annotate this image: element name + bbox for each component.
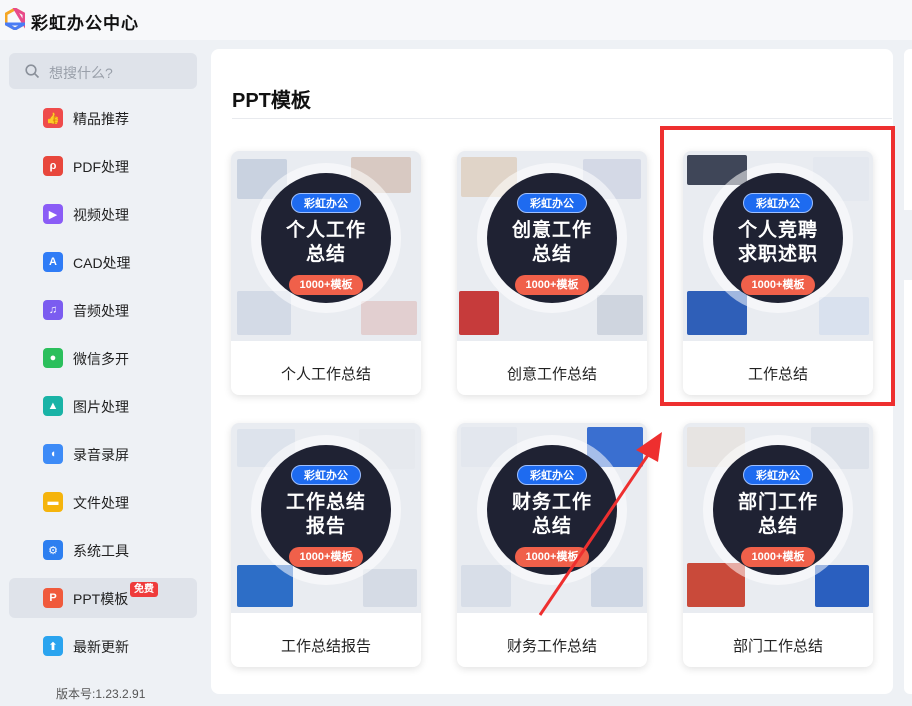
brand-pill: 彩虹办公 [291,465,361,485]
template-thumbnail: 彩虹办公 财务工作 总结 1000+模板 [457,423,647,613]
cad-icon: A [43,252,63,272]
card-label: 个人工作总结 [280,366,371,383]
sidebar-item-system-tools[interactable]: ⚙ 系统工具 [9,530,197,570]
brand-pill: 彩虹办公 [291,193,361,213]
brand-pill: 彩虹办公 [743,465,813,485]
template-card[interactable]: 彩虹办公 部门工作 总结 1000+模板 部门工作总结 [683,423,873,667]
card-headline: 总结 [531,244,572,265]
app-title: 彩虹办公中心 [31,14,139,33]
sidebar-item-label: CAD处理 [73,255,131,271]
sidebar-item-ppt-templates[interactable]: P PPT模板 免费 [9,578,197,618]
card-headline: 财务工作 [511,492,592,513]
divider [232,118,892,119]
card-headline: 工作总结 [285,492,366,513]
sidebar-item-label: 系统工具 [73,543,129,559]
sidebar-item-updates[interactable]: ⬆ 最新更新 [9,626,197,666]
sidebar-item-audio[interactable]: ♫ 音频处理 [9,290,197,330]
sidebar-item-label: 文件处理 [73,495,129,511]
template-card[interactable]: 彩虹办公 个人工作 总结 1000+模板 个人工作总结 [231,151,421,395]
template-count-pill: 1000+模板 [289,547,363,567]
card-headline: 个人竞聘 [737,220,818,241]
version-label: 版本号:1.23.2.91 [56,687,146,701]
folder-icon: ▬ [43,492,63,512]
brand-pill: 彩虹办公 [517,465,587,485]
card-label: 部门工作总结 [732,638,823,655]
sidebar-item-label: PDF处理 [73,159,129,175]
template-thumbnail: 彩虹办公 部门工作 总结 1000+模板 [683,423,873,613]
sidebar-item-image[interactable]: ▲ 图片处理 [9,386,197,426]
title-bar: 彩虹办公中心 [0,0,912,40]
card-label: 财务工作总结 [506,638,597,655]
card-headline: 求职述职 [737,244,818,265]
card-headline: 个人工作 [285,220,366,241]
brand-pill: 彩虹办公 [517,193,587,213]
sidebar-item-wechat[interactable]: ● 微信多开 [9,338,197,378]
sidebar-item-label: 录音录屏 [73,447,129,463]
sidebar-item-recommended[interactable]: 👍 精品推荐 [9,98,197,138]
sidebar-item-files[interactable]: ▬ 文件处理 [9,482,197,522]
sidebar-item-label: 精品推荐 [73,111,129,127]
card-label: 创意工作总结 [506,366,597,383]
sidebar-item-pdf[interactable]: ρ PDF处理 [9,146,197,186]
template-thumbnail: 彩虹办公 工作总结 报告 1000+模板 [231,423,421,613]
template-count-pill: 1000+模板 [741,275,815,295]
sidebar-item-label: 图片处理 [73,399,129,415]
music-note-icon: ♫ [43,300,63,320]
sidebar-item-label: 最新更新 [73,639,129,655]
template-card[interactable]: 彩虹办公 创意工作 总结 1000+模板 创意工作总结 [457,151,647,395]
image-icon: ▲ [43,396,63,416]
pdf-icon: ρ [43,156,63,176]
card-headline: 创意工作 [511,220,592,241]
main-panel: PPT模板 彩虹办公 个人工作 总结 1000+模板 个人工作总结 彩虹办公 创… [211,49,893,694]
gear-icon: ⚙ [43,540,63,560]
video-play-icon: ▶ [43,204,63,224]
search-icon [25,64,40,79]
thumbs-up-icon: 👍 [43,108,63,128]
search-input[interactable]: 想搜什么? [9,53,197,89]
wechat-icon: ● [43,348,63,368]
search-placeholder: 想搜什么? [49,65,113,81]
card-label: 工作总结 [747,366,808,383]
sidebar-item-video[interactable]: ▶ 视频处理 [9,194,197,234]
template-card[interactable]: 彩虹办公 个人竞聘 求职述职 1000+模板 工作总结 [683,151,873,395]
sidebar-item-recording[interactable]: ◖ 录音录屏 [9,434,197,474]
sidebar-item-label: 微信多开 [73,351,129,367]
template-card[interactable]: 彩虹办公 财务工作 总结 1000+模板 财务工作总结 [457,423,647,667]
sidebar: 想搜什么? 👍 精品推荐 ρ PDF处理 ▶ 视频处理 A CAD处理 ♫ 音频… [0,40,205,706]
sidebar-item-label: 视频处理 [73,207,129,223]
card-headline: 总结 [531,516,572,537]
card-headline: 报告 [305,516,346,537]
app-logo-icon [5,8,25,30]
brand-pill: 彩虹办公 [743,193,813,213]
microphone-icon: ◖ [43,444,63,464]
template-count-pill: 1000+模板 [515,275,589,295]
card-headline: 部门工作 [737,492,818,513]
template-card[interactable]: 彩虹办公 工作总结 报告 1000+模板 工作总结报告 [231,423,421,667]
card-headline: 总结 [757,516,798,537]
template-count-pill: 1000+模板 [741,547,815,567]
template-count-pill: 1000+模板 [289,275,363,295]
template-thumbnail: 彩虹办公 创意工作 总结 1000+模板 [457,151,647,341]
right-panel-edge [904,49,912,694]
sidebar-item-cad[interactable]: A CAD处理 [9,242,197,282]
upload-arrow-icon: ⬆ [43,636,63,656]
template-thumbnail: 彩虹办公 个人竞聘 求职述职 1000+模板 [683,151,873,341]
sidebar-item-label: PPT模板 [73,591,129,607]
template-thumbnail: 彩虹办公 个人工作 总结 1000+模板 [231,151,421,341]
card-headline: 总结 [305,244,346,265]
template-count-pill: 1000+模板 [515,547,589,567]
card-label: 工作总结报告 [280,638,371,655]
free-badge: 免费 [130,582,158,597]
page-title: PPT模板 [232,90,311,112]
sidebar-item-label: 音频处理 [73,303,129,319]
ppt-icon: P [43,588,63,608]
